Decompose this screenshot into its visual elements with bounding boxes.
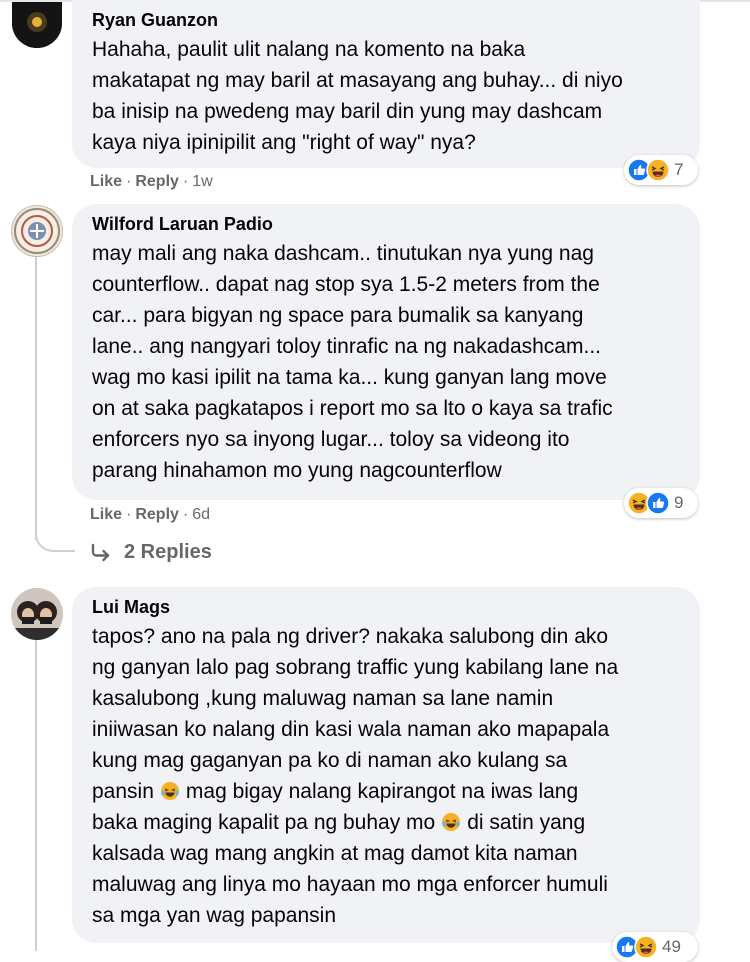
separator-dot: ·	[126, 506, 132, 523]
view-replies-button[interactable]: 2 Replies	[90, 541, 212, 564]
comment-author: Lui Mags	[92, 595, 680, 619]
comment-line: car... para bigyan ng space para bumalik…	[92, 304, 584, 327]
separator-dot: ·	[126, 173, 132, 190]
comment-line: maluwag ang linya mo hayaan mo mga enfor…	[92, 873, 608, 896]
comment-actions: Like · Reply · 1w	[90, 173, 213, 191]
comment-line: kaya niya ipinipilit ang "right of way" …	[92, 131, 476, 154]
avatar-image-icon	[11, 588, 63, 640]
comment-actions: Like · Reply · 6d	[90, 506, 210, 524]
reply-button[interactable]: Reply	[135, 173, 179, 190]
tears-of-joy-emoji-icon	[442, 812, 461, 831]
comment-line: makatapat ng may baril at masayang ang b…	[92, 69, 623, 92]
comment-line: ba inisip na pwedeng may baril din yung …	[92, 100, 603, 123]
like-reaction-icon	[646, 491, 670, 515]
comment-line: counterflow.. dapat nag stop sya 1.5-2 m…	[92, 273, 600, 296]
reaction-summary[interactable]: 7	[624, 155, 698, 185]
like-button[interactable]: Like	[90, 173, 122, 190]
comment-author: Wilford Laruan Padio	[92, 212, 680, 236]
reply-arrow-icon	[91, 543, 110, 561]
comment-line: lane.. ang nangyari toloy tinrafic na ng…	[92, 335, 601, 358]
author-link[interactable]: Lui Mags	[92, 597, 170, 617]
avatar[interactable]	[11, 205, 63, 257]
comment-text: may mali ang naka dashcam.. tinutukan ny…	[92, 238, 680, 486]
comment-bubble: Ryan Guanzon Hahaha, paulit ulit nalang …	[72, 0, 700, 168]
avatar[interactable]	[12, 2, 62, 48]
replies-label: 2 Replies	[124, 541, 212, 563]
comment-line: parang hinahamon mo yung nagcounterflow	[92, 459, 502, 482]
comment-line: wag mo kasi ipilit na tama ka... kung ga…	[92, 366, 607, 389]
thread-line	[35, 256, 37, 540]
author-link[interactable]: Wilford Laruan Padio	[92, 214, 273, 234]
comment-line-part: baka maging kapalit pa ng buhay mo	[92, 811, 436, 834]
haha-reaction-icon	[646, 158, 670, 182]
comment-line: on at saka pagkatapos i report mo sa lto…	[92, 397, 613, 420]
comment-timestamp[interactable]: 1w	[192, 173, 212, 190]
reply-button[interactable]: Reply	[135, 506, 179, 523]
comment-text: tapos? ano na pala ng driver? nakaka sal…	[92, 621, 680, 931]
comment-timestamp[interactable]: 6d	[192, 506, 210, 523]
haha-reaction-icon	[634, 935, 658, 959]
comment-line: pansin mag bigay nalang kapirangot na iwa…	[92, 776, 680, 807]
reaction-count: 49	[662, 937, 681, 956]
comment-line: baka maging kapalit pa ng buhay mo di sat…	[92, 807, 680, 838]
reaction-summary[interactable]: 49	[612, 932, 698, 962]
comment-line-part: di satin yang	[467, 811, 586, 834]
comment-bubble: Wilford Laruan Padio may mali ang naka d…	[72, 204, 700, 500]
comment-line-part: pansin	[92, 780, 154, 803]
reaction-count: 7	[674, 160, 684, 179]
comment-line: kalsada wag mang angkin at mag damot kit…	[92, 842, 578, 865]
comment-line: ng ganyan lalo pag sobrang traffic yung …	[92, 656, 619, 679]
comment-line: sa mga yan wag papansin	[92, 904, 336, 927]
comment-line: tapos? ano na pala ng driver? nakaka sal…	[92, 625, 609, 648]
avatar[interactable]	[11, 588, 63, 640]
comment-line: may mali ang naka dashcam.. tinutukan ny…	[92, 242, 594, 265]
comment-line: kung mag gaganyan pa ko di naman ako kul…	[92, 749, 568, 772]
thread-line	[35, 640, 37, 951]
avatar-image-icon	[12, 2, 62, 48]
thread-curve	[35, 520, 75, 552]
separator-dot: ·	[182, 173, 189, 190]
comment-author: Ryan Guanzon	[92, 8, 680, 32]
comment-line-part: mag bigay nalang kapirangot na iwas lang	[185, 780, 579, 803]
reaction-summary[interactable]: 9	[624, 488, 698, 518]
separator-dot: ·	[182, 506, 189, 523]
comment-line: kasalubong ,kung maluwag naman sa lane n…	[92, 687, 554, 710]
comment-line: iniiwasan ko nalang din kasi wala naman …	[92, 718, 610, 741]
comment-bubble: Lui Mags tapos? ano na pala ng driver? n…	[72, 587, 700, 943]
comment-line: enforcers nyo sa inyong lugar... toloy s…	[92, 428, 570, 451]
avatar-image-icon	[14, 208, 60, 254]
comment-text: Hahaha, paulit ulit nalang na komento na…	[92, 34, 680, 158]
author-link[interactable]: Ryan Guanzon	[92, 10, 218, 30]
tears-of-joy-emoji-icon	[160, 781, 179, 800]
reaction-count: 9	[674, 493, 684, 512]
like-button[interactable]: Like	[90, 506, 122, 523]
comment-line: Hahaha, paulit ulit nalang na komento na…	[92, 38, 526, 61]
